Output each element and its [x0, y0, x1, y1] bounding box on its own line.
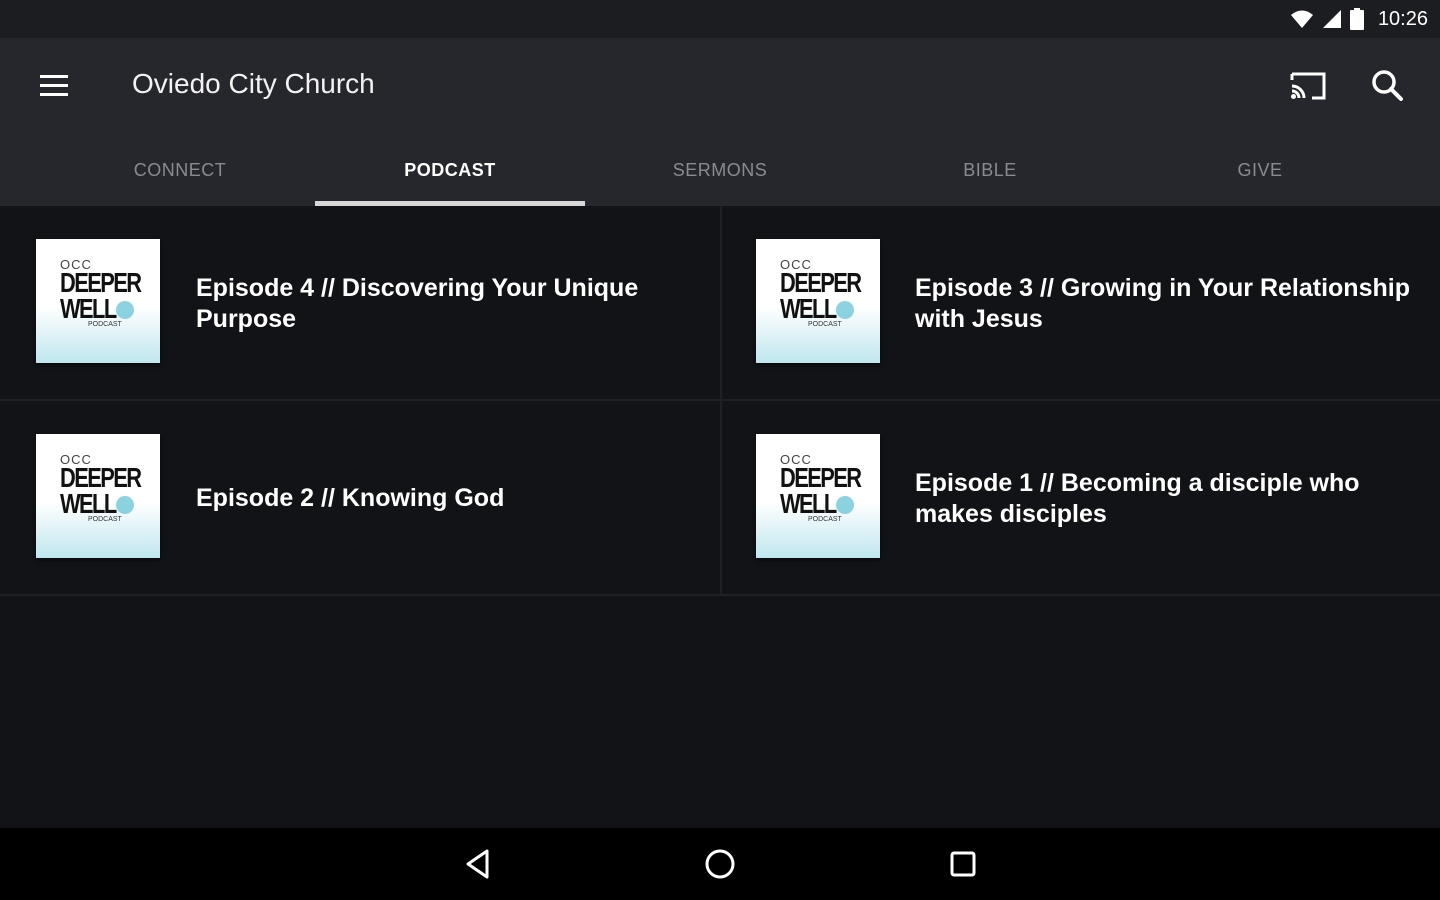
- battery-icon: [1349, 8, 1364, 30]
- wifi-icon: [1290, 10, 1313, 28]
- logo-circle-icon: [116, 301, 134, 319]
- episode-item[interactable]: OCC DEEPER WELL PODCAST Episode 4 // Dis…: [0, 206, 720, 401]
- logo-circle-icon: [116, 496, 134, 514]
- episode-item[interactable]: OCC DEEPER WELL PODCAST Episode 3 // Gro…: [722, 206, 1440, 401]
- tab-bible[interactable]: BIBLE: [855, 134, 1125, 206]
- back-icon: [466, 849, 489, 879]
- episode-title: Episode 4 // Discovering Your Unique Pur…: [196, 273, 639, 333]
- episode-thumbnail: OCC DEEPER WELL PODCAST: [756, 434, 880, 558]
- tab-podcast[interactable]: PODCAST: [315, 134, 585, 206]
- recents-icon: [950, 851, 976, 877]
- episode-title: Episode 1 // Becoming a disciple who mak…: [915, 468, 1360, 528]
- episode-title: Episode 2 // Knowing God: [196, 484, 505, 512]
- tab-bar: CONNECT PODCAST SERMONS BIBLE GIVE: [0, 134, 1440, 206]
- system-nav-bar: [0, 828, 1440, 900]
- logo-circle-icon: [836, 496, 854, 514]
- cell-signal-icon: [1322, 10, 1341, 28]
- status-clock: 10:26: [1377, 7, 1428, 30]
- tab-connect[interactable]: CONNECT: [45, 134, 315, 206]
- status-bar: 10:26: [0, 0, 1440, 38]
- search-icon: [1372, 70, 1403, 101]
- recents-button[interactable]: [945, 846, 981, 882]
- home-button[interactable]: [702, 846, 738, 882]
- episode-thumbnail: OCC DEEPER WELL PODCAST: [36, 434, 160, 558]
- cast-icon: [1290, 72, 1326, 100]
- episode-thumbnail: OCC DEEPER WELL PODCAST: [756, 239, 880, 363]
- menu-button[interactable]: [30, 66, 78, 106]
- search-button[interactable]: [1366, 64, 1408, 106]
- logo-circle-icon: [836, 301, 854, 319]
- episode-grid: OCC DEEPER WELL PODCAST Episode 4 // Dis…: [0, 206, 1440, 596]
- episode-thumbnail: OCC DEEPER WELL PODCAST: [36, 239, 160, 363]
- home-icon: [705, 849, 735, 879]
- tab-give[interactable]: GIVE: [1125, 134, 1395, 206]
- app-bar: Oviedo City Church: [0, 38, 1440, 134]
- app-title: Oviedo City Church: [132, 68, 375, 99]
- back-button[interactable]: [460, 846, 496, 882]
- tab-sermons[interactable]: SERMONS: [585, 134, 855, 206]
- cast-button[interactable]: [1286, 66, 1330, 106]
- episode-title: Episode 3 // Growing in Your Relationshi…: [915, 273, 1410, 333]
- menu-icon: [40, 75, 68, 96]
- episode-item[interactable]: OCC DEEPER WELL PODCAST Episode 1 // Bec…: [722, 401, 1440, 596]
- episode-item[interactable]: OCC DEEPER WELL PODCAST Episode 2 // Kno…: [0, 401, 720, 596]
